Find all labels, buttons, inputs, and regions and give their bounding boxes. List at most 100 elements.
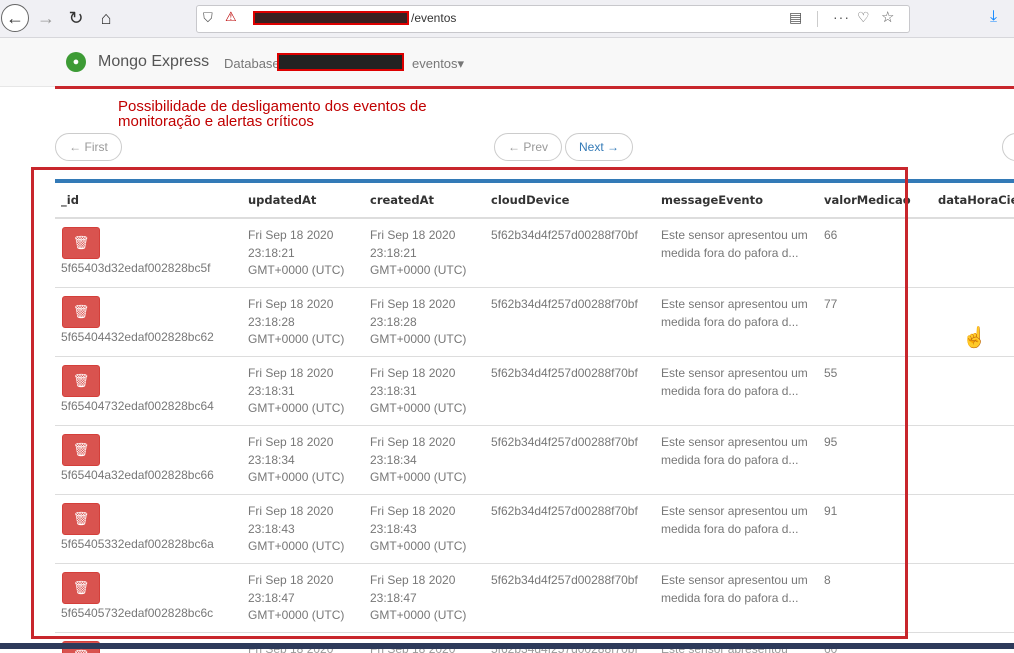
- createdat-cell: Fri Sep 18 2020 23:18:28 GMT+0000 (UTC): [364, 288, 485, 357]
- clouddevice-cell: 5f62b34d4f257d00288f70bf: [485, 495, 655, 564]
- trash-icon: 🗑: [73, 373, 90, 388]
- createdat-cell: Fri Sep 18 2020 23:18:34 GMT+0000 (UTC): [364, 426, 485, 495]
- id-cell: 🗑 5f65405332edaf002828bc6a: [55, 495, 242, 564]
- createdat-cell: Fri Sep 18 2020 23:18:47 GMT+0000 (UTC): [364, 564, 485, 633]
- table-row[interactable]: 🗑 5f65405332edaf002828bc6a Fri Sep 18 202…: [55, 495, 1014, 564]
- clouddevice-cell: 5f62b34d4f257d00288f70bf: [485, 218, 655, 288]
- table-row[interactable]: 🗑 5f65405732edaf002828bc6c Fri Sep 18 202…: [55, 564, 1014, 633]
- updatedat-cell: Fri Sep 18 2020 23:18:43 GMT+0000 (UTC): [242, 495, 364, 564]
- app-navbar: ● Mongo Express Database eventos▾: [0, 38, 1014, 87]
- documents-table-container: _id updatedAt createdAt cloudDevice mess…: [55, 179, 1014, 653]
- delete-button[interactable]: 🗑: [62, 227, 100, 259]
- collection-dropdown[interactable]: eventos▾: [412, 56, 464, 72]
- id-cell: 🗑 5f65404432edaf002828bc62: [55, 288, 242, 357]
- star-icon[interactable]: ☆: [881, 8, 894, 26]
- redacted-database-name[interactable]: [277, 53, 404, 71]
- reload-icon: ↻: [68, 8, 83, 29]
- database-label[interactable]: Database: [224, 56, 280, 71]
- document-id-link[interactable]: 5f65405732edaf002828bc6c: [61, 606, 213, 620]
- prev-page-button[interactable]: ← Prev: [494, 133, 562, 161]
- delete-button[interactable]: 🗑: [62, 365, 100, 397]
- url-path: /eventos: [411, 11, 456, 25]
- redacted-host: [253, 11, 409, 25]
- download-icon[interactable]: ⤓: [990, 8, 997, 26]
- trash-icon: 🗑: [73, 511, 90, 526]
- datahoraciencia-cell: [932, 564, 1014, 633]
- createdat-cell: Fri Sep 18 2020 23:18:21 GMT+0000 (UTC): [364, 218, 485, 288]
- document-id-link[interactable]: 5f65404432edaf002828bc62: [61, 330, 214, 344]
- messageevento-cell: Este sensor apresentou um medida fora do…: [655, 357, 818, 426]
- column-header-datahoraciencia[interactable]: dataHoraCiencia: [932, 183, 1014, 218]
- updatedat-cell: Fri Sep 18 2020 23:18:28 GMT+0000 (UTC): [242, 288, 364, 357]
- document-id-link[interactable]: 5f65404732edaf002828bc64: [61, 399, 214, 413]
- column-header-clouddevice[interactable]: cloudDevice: [485, 183, 655, 218]
- first-page-button[interactable]: ← First: [55, 133, 122, 161]
- valormedicao-cell: 8: [818, 564, 932, 633]
- forward-icon: →: [37, 8, 55, 29]
- valormedicao-cell: 95: [818, 426, 932, 495]
- chevron-down-icon: ▾: [458, 56, 465, 71]
- column-header-updatedat[interactable]: updatedAt: [242, 183, 364, 218]
- documents-table: _id updatedAt createdAt cloudDevice mess…: [55, 183, 1014, 653]
- back-button[interactable]: ←: [1, 4, 29, 32]
- updatedat-cell: Fri Sep 18 2020 23:18:21 GMT+0000 (UTC): [242, 218, 364, 288]
- brand-link[interactable]: Mongo Express: [98, 53, 209, 71]
- mongo-logo-icon[interactable]: ●: [66, 52, 86, 72]
- url-bar[interactable]: ⛉ ⚠ /eventos ▤ ··· ♡ ☆: [196, 5, 910, 33]
- home-button[interactable]: ⌂: [92, 4, 120, 32]
- last-page-button[interactable]: [1002, 133, 1014, 161]
- reload-button[interactable]: ↻: [62, 4, 90, 32]
- pocket-icon[interactable]: ♡: [857, 9, 870, 26]
- taskbar-strip: [0, 643, 1014, 649]
- createdat-cell: Fri Sep 18 2020 23:18:31 GMT+0000 (UTC): [364, 357, 485, 426]
- table-row[interactable]: 🗑 5f65404432edaf002828bc62 Fri Sep 18 202…: [55, 288, 1014, 357]
- reader-icon[interactable]: ▤: [789, 9, 802, 26]
- annotation-text: Possibilidade de desligamento dos evento…: [118, 99, 488, 129]
- hand-cursor-icon: ☝: [962, 325, 987, 350]
- document-id-link[interactable]: 5f65405332edaf002828bc6a: [61, 537, 214, 551]
- table-row[interactable]: 🗑 5f65404a32edaf002828bc66 Fri Sep 18 202…: [55, 426, 1014, 495]
- shield-icon[interactable]: ⛉: [203, 10, 213, 26]
- delete-button[interactable]: 🗑: [62, 503, 100, 535]
- valormedicao-cell: 77: [818, 288, 932, 357]
- clouddevice-cell: 5f62b34d4f257d00288f70bf: [485, 288, 655, 357]
- valormedicao-cell: 55: [818, 357, 932, 426]
- collection-name: eventos: [412, 56, 458, 71]
- datahoraciencia-cell: [932, 495, 1014, 564]
- createdat-cell: Fri Sep 18 2020 23:18:43 GMT+0000 (UTC): [364, 495, 485, 564]
- datahoraciencia-cell: [932, 357, 1014, 426]
- next-page-button[interactable]: Next →: [565, 133, 633, 161]
- column-header-createdat[interactable]: createdAt: [364, 183, 485, 218]
- column-header-valormedicao[interactable]: valorMedicao: [818, 183, 932, 218]
- column-header-id[interactable]: _id: [55, 183, 242, 218]
- table-row[interactable]: 🗑 5f65404732edaf002828bc64 Fri Sep 18 202…: [55, 357, 1014, 426]
- valormedicao-cell: 66: [818, 218, 932, 288]
- updatedat-cell: Fri Sep 18 2020 23:18:31 GMT+0000 (UTC): [242, 357, 364, 426]
- delete-button[interactable]: 🗑: [62, 296, 100, 328]
- messageevento-cell: Este sensor apresentou um medida fora do…: [655, 495, 818, 564]
- delete-button[interactable]: 🗑: [62, 434, 100, 466]
- messageevento-cell: Este sensor apresentou um medida fora do…: [655, 564, 818, 633]
- delete-button[interactable]: 🗑: [62, 572, 100, 604]
- url-divider: [817, 11, 818, 27]
- lock-icon[interactable]: ⚠: [225, 9, 237, 25]
- forward-button[interactable]: →: [32, 4, 60, 32]
- document-id-link[interactable]: 5f65404a32edaf002828bc66: [61, 468, 214, 482]
- trash-icon: 🗑: [73, 580, 90, 595]
- messageevento-cell: Este sensor apresentou um medida fora do…: [655, 218, 818, 288]
- id-cell: 🗑 5f65405732edaf002828bc6c: [55, 564, 242, 633]
- document-id-link[interactable]: 5f65403d32edaf002828bc5f: [61, 261, 210, 275]
- home-icon: ⌂: [101, 8, 112, 29]
- trash-icon: 🗑: [73, 442, 90, 457]
- id-cell: 🗑 5f65404a32edaf002828bc66: [55, 426, 242, 495]
- trash-icon: 🗑: [73, 304, 90, 319]
- trash-icon: 🗑: [73, 649, 90, 653]
- back-icon: ←: [6, 8, 24, 29]
- column-header-messageevento[interactable]: messageEvento: [655, 183, 818, 218]
- id-cell: 🗑 5f65403d32edaf002828bc5f: [55, 218, 242, 288]
- messageevento-cell: Este sensor apresentou um medida fora do…: [655, 288, 818, 357]
- more-icon[interactable]: ···: [833, 9, 850, 25]
- id-cell: 🗑 5f65404732edaf002828bc64: [55, 357, 242, 426]
- clouddevice-cell: 5f62b34d4f257d00288f70bf: [485, 357, 655, 426]
- table-row[interactable]: 🗑 5f65403d32edaf002828bc5f Fri Sep 18 202…: [55, 218, 1014, 288]
